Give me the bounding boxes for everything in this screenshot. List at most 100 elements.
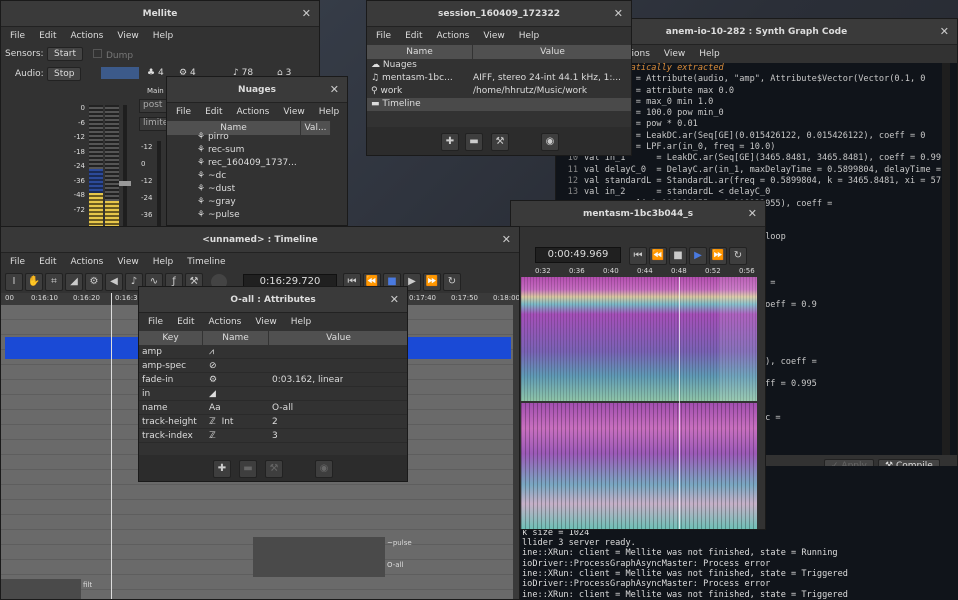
list-item-selected[interactable]: ▬ Timeline [367, 98, 631, 111]
list-item[interactable]: ⚘ ~pulse [197, 209, 297, 222]
remove-icon[interactable]: ▬ [239, 460, 257, 478]
stop-icon[interactable]: ■ [669, 247, 687, 265]
eye-icon[interactable]: ◉ [315, 460, 333, 478]
play-icon[interactable]: ▶ [689, 247, 707, 265]
mellite-titlebar[interactable]: Mellite ✕ [1, 1, 319, 27]
main-fader-track[interactable] [157, 141, 161, 231]
close-icon[interactable]: ✕ [302, 7, 311, 20]
col-name[interactable]: Name [367, 45, 473, 59]
close-icon[interactable]: ✕ [940, 25, 949, 38]
menu-help[interactable]: Help [512, 31, 547, 41]
rewind-icon[interactable]: ⏪ [649, 247, 667, 265]
eye-icon[interactable]: ◉ [541, 133, 559, 151]
menu-file[interactable]: File [3, 31, 32, 41]
col-key[interactable]: Key [139, 331, 203, 345]
spectrogram-top[interactable] [521, 277, 757, 401]
region-filt[interactable] [1, 579, 81, 599]
menu-view[interactable]: View [657, 49, 692, 59]
menu-file[interactable]: File [369, 31, 398, 41]
audio-stop-button[interactable]: Stop [47, 67, 82, 81]
menu-edit[interactable]: Edit [398, 31, 429, 41]
menu-actions[interactable]: Actions [64, 31, 111, 41]
crop-icon[interactable]: ⌗ [45, 273, 63, 291]
table-row[interactable]: in ◢ [139, 387, 407, 401]
close-icon[interactable]: ✕ [502, 233, 511, 246]
forward-icon[interactable]: ⏩ [423, 273, 441, 291]
col-value[interactable]: Value [473, 45, 631, 59]
menu-view[interactable]: View [476, 31, 511, 41]
menu-help[interactable]: Help [146, 31, 181, 41]
menu-actions[interactable]: Actions [202, 317, 249, 327]
menu-actions[interactable]: Actions [230, 107, 277, 117]
list-item[interactable]: ⚘ rec_160409_1737... [197, 157, 297, 170]
table-row[interactable]: name Aa O-all [139, 401, 407, 415]
skip-start-icon[interactable]: ⏮ [629, 247, 647, 265]
close-icon[interactable]: ✕ [614, 7, 623, 20]
mute-icon[interactable]: ◀ [105, 273, 123, 291]
table-row[interactable]: track-index ℤ 3 [139, 429, 407, 443]
list-item[interactable]: ☁ Nuages [367, 59, 631, 72]
spectrogram-bottom[interactable] [521, 403, 757, 529]
table-row[interactable]: amp ⩘ [139, 345, 407, 359]
gear-icon[interactable]: ⚙ [85, 273, 103, 291]
menu-edit[interactable]: Edit [170, 317, 201, 327]
wrench-icon[interactable]: ⚒ [491, 133, 509, 151]
remove-icon[interactable]: ▬ [465, 133, 483, 151]
timeline-playhead[interactable] [111, 293, 112, 599]
menu-edit[interactable]: Edit [32, 31, 63, 41]
wrench-icon[interactable]: ⚒ [265, 460, 283, 478]
add-icon[interactable]: ✚ [441, 133, 459, 151]
loop-icon[interactable]: ↻ [729, 247, 747, 265]
list-item[interactable]: ⚲ work/home/hhrutz/Music/work [367, 85, 631, 98]
nuages-titlebar[interactable]: Nuages ✕ [167, 77, 347, 103]
menu-help[interactable]: Help [312, 107, 347, 117]
menu-view[interactable]: View [276, 107, 311, 117]
list-item[interactable]: ⚘ ~dust [197, 183, 297, 196]
loop-icon[interactable]: ↻ [443, 273, 461, 291]
close-icon[interactable]: ✕ [390, 293, 399, 306]
gain-icon[interactable]: ◢ [65, 273, 83, 291]
col-value[interactable]: Value [269, 331, 407, 345]
dump-checkbox[interactable]: Dump [93, 49, 133, 61]
list-item[interactable]: ⚘ pirro [197, 131, 297, 144]
gain-slider-handle[interactable] [119, 181, 131, 186]
table-row[interactable]: fade-in ⚙ 0:03.162, linear [139, 373, 407, 387]
list-item[interactable]: ⚘ ~dc [197, 170, 297, 183]
list-item[interactable]: ♫ mentasm-1bc... AIFF, stereo 24-int 44.1… [367, 72, 631, 85]
menu-help[interactable]: Help [284, 317, 319, 327]
list-item[interactable]: ⚘ rec-sum [197, 144, 297, 157]
menu-help[interactable]: Help [146, 257, 181, 267]
sensors-start-button[interactable]: Start [47, 47, 83, 61]
attributes-titlebar[interactable]: O-all : Attributes ✕ [139, 287, 407, 313]
table-row[interactable]: track-height ℤ Int 2 [139, 415, 407, 429]
code-scrollbar[interactable] [942, 63, 950, 455]
menu-view[interactable]: View [248, 317, 283, 327]
timeline-scrollbar[interactable] [513, 305, 519, 599]
menu-view[interactable]: View [110, 31, 145, 41]
col-name[interactable]: Name [203, 331, 269, 345]
table-row[interactable]: amp-spec ⊘ [139, 359, 407, 373]
menu-timeline[interactable]: Timeline [180, 257, 232, 267]
session-titlebar[interactable]: session_160409_172322 ✕ [367, 1, 631, 27]
list-item[interactable]: ⚘ ~gray [197, 196, 297, 209]
menu-file[interactable]: File [3, 257, 32, 267]
menu-help[interactable]: Help [692, 49, 727, 59]
timeline-titlebar[interactable]: <unnamed> : Timeline ✕ [1, 227, 519, 253]
menu-view[interactable]: View [110, 257, 145, 267]
gain-slider-track[interactable] [123, 105, 127, 233]
add-icon[interactable]: ✚ [213, 460, 231, 478]
menu-actions[interactable]: Actions [64, 257, 111, 267]
hand-icon[interactable]: ✋ [25, 273, 43, 291]
region-pulse[interactable] [253, 537, 385, 577]
menu-edit[interactable]: Edit [32, 257, 63, 267]
text-cursor-icon[interactable]: I [5, 273, 23, 291]
close-icon[interactable]: ✕ [748, 207, 757, 220]
playhead[interactable] [679, 277, 680, 529]
menu-file[interactable]: File [141, 317, 170, 327]
forward-icon[interactable]: ⏩ [709, 247, 727, 265]
close-icon[interactable]: ✕ [330, 83, 339, 96]
col-val[interactable]: Val... [301, 121, 331, 135]
audio-titlebar[interactable]: mentasm-1bc3b044_s ✕ [511, 201, 765, 227]
menu-edit[interactable]: Edit [198, 107, 229, 117]
menu-file[interactable]: File [169, 107, 198, 117]
